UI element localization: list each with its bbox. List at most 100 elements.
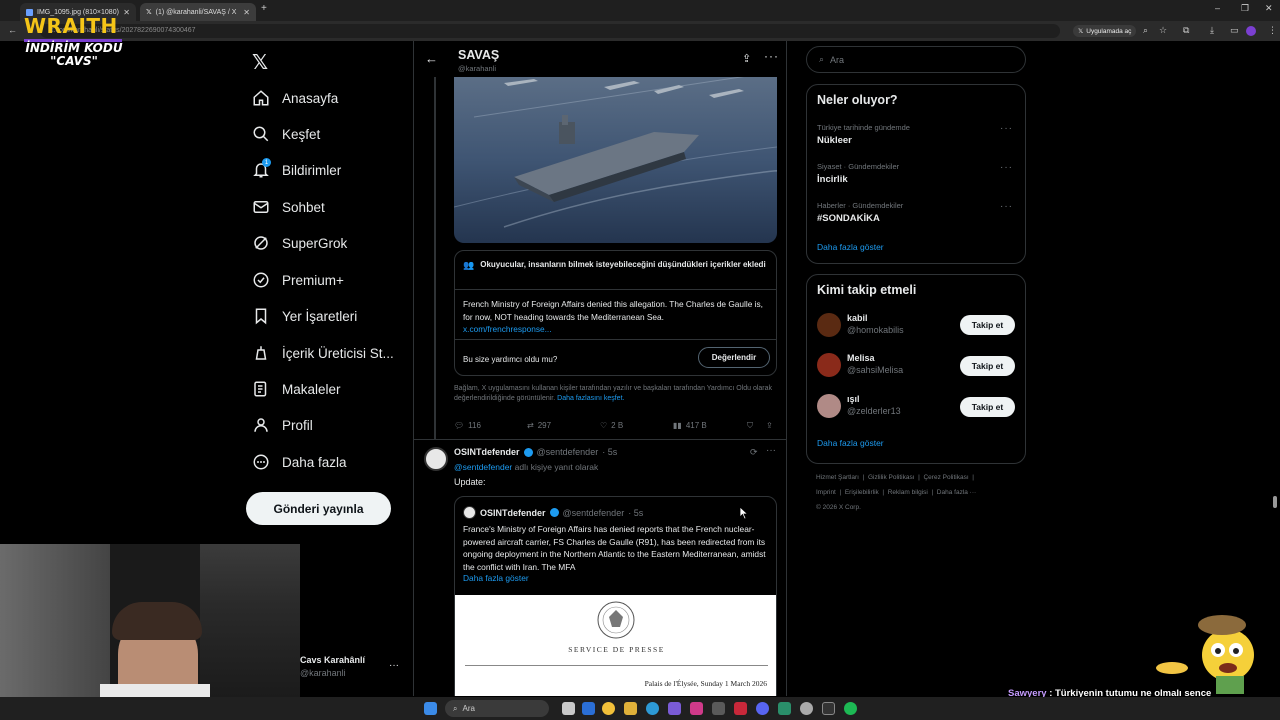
nav-item-profile[interactable]: Profil bbox=[252, 412, 313, 438]
share-icon[interactable]: ⇪ bbox=[742, 52, 751, 65]
nav-item-bookmarks[interactable]: Yer İşaretleri bbox=[252, 303, 357, 329]
app-icon[interactable] bbox=[668, 702, 681, 715]
page-scrollbar[interactable] bbox=[1273, 496, 1277, 508]
follow-button[interactable]: Takip et bbox=[960, 397, 1015, 417]
search-input[interactable]: ⌕ Ara bbox=[806, 46, 1026, 73]
star-icon[interactable]: ☆ bbox=[1159, 25, 1167, 36]
trend-item[interactable]: Siyaset · Gündemdekiler İncirlik bbox=[817, 162, 899, 185]
suggested-user[interactable]: ışıl @zelderler13 bbox=[847, 394, 901, 416]
open-in-app-button[interactable]: 𝕏 Uygulamada aç bbox=[1073, 25, 1137, 37]
back-arrow-icon[interactable]: ← bbox=[8, 25, 17, 35]
repost-action[interactable]: ⇄ 297 bbox=[527, 421, 551, 430]
extensions-icon[interactable]: ⧉ bbox=[1183, 25, 1189, 36]
share-icon[interactable]: ⇪ bbox=[766, 421, 773, 430]
app-icon[interactable] bbox=[734, 702, 747, 715]
windows-start-icon[interactable] bbox=[424, 702, 437, 715]
show-more-link[interactable]: Daha fazla göster bbox=[463, 573, 529, 583]
more-dots-icon[interactable]: ··· bbox=[764, 49, 779, 63]
post-image-aircraft-carrier[interactable] bbox=[454, 77, 777, 243]
back-arrow-icon[interactable]: ← bbox=[425, 51, 438, 66]
nav-item-chat[interactable]: Sohbet bbox=[252, 194, 325, 220]
rate-button[interactable]: Değerlendir bbox=[698, 347, 770, 368]
follow-button[interactable]: Takip et bbox=[960, 315, 1015, 335]
bookmark-icon[interactable]: ⛉ bbox=[747, 421, 753, 431]
profile-avatar-icon[interactable] bbox=[1246, 26, 1256, 36]
grok-icon[interactable]: ⟳ bbox=[750, 447, 758, 458]
url-field[interactable]: x.com/karahanli/status/20278226900743004… bbox=[40, 24, 1060, 38]
quote-author-handle: @sentdefender bbox=[562, 507, 625, 518]
post-button[interactable]: Gönderi yayınla bbox=[246, 492, 391, 525]
close-tab-icon[interactable]: ✕ bbox=[123, 8, 130, 17]
who-show-more[interactable]: Daha fazla göster bbox=[817, 438, 884, 448]
new-tab-icon[interactable]: + bbox=[261, 3, 267, 14]
maximize-icon[interactable]: ❐ bbox=[1241, 3, 1249, 14]
note-link[interactable]: x.com/frenchresponse... bbox=[463, 324, 552, 334]
views-action[interactable]: ▮▮ 417 B bbox=[673, 421, 707, 430]
nav-item-more[interactable]: Daha fazla bbox=[252, 449, 347, 475]
footer-link[interactable]: Gizlilik Politikası bbox=[868, 474, 915, 481]
trend-item[interactable]: Haberler · Gündemdekiler #SONDAKİKA bbox=[817, 201, 903, 224]
suggested-user[interactable]: kabil @homokabilis bbox=[847, 313, 904, 335]
follow-button[interactable]: Takip et bbox=[960, 356, 1015, 376]
footer-link[interactable]: Imprint bbox=[816, 489, 836, 496]
learn-more-link[interactable]: Daha fazlasını keşfet. bbox=[557, 395, 624, 402]
more-dots-icon[interactable]: ··· bbox=[389, 660, 399, 671]
app-icon[interactable] bbox=[690, 702, 703, 715]
nav-item-articles[interactable]: Makaleler bbox=[252, 376, 341, 402]
zoom-icon[interactable]: ⌕ bbox=[1143, 25, 1148, 36]
grok-icon bbox=[254, 236, 268, 250]
press-document-image[interactable]: SERVICE DE PRESSE Palais de l'Élysée, Su… bbox=[455, 595, 776, 696]
minimize-icon[interactable]: – bbox=[1215, 3, 1220, 13]
nav-item-notifications[interactable]: 1 Bildirimler bbox=[252, 157, 341, 183]
more-dots-icon[interactable]: ··· bbox=[1000, 162, 1013, 173]
reply-author-name[interactable]: OSINTdefender bbox=[454, 447, 520, 457]
app-icon[interactable] bbox=[822, 702, 835, 715]
task-view-icon[interactable] bbox=[562, 702, 575, 715]
tab-x-post[interactable]: 𝕏 (1) @karahanli/SAVAŞ / X ✕ bbox=[140, 3, 256, 21]
trends-show-more[interactable]: Daha fazla göster bbox=[817, 242, 884, 252]
chrome-icon[interactable] bbox=[602, 702, 615, 715]
replying-to-handle[interactable]: @sentdefender bbox=[454, 462, 512, 472]
app-icon[interactable] bbox=[778, 702, 791, 715]
footer-link[interactable]: Erişilebilirlik bbox=[845, 489, 879, 496]
x-logo-icon[interactable]: 𝕏 bbox=[252, 50, 272, 74]
spotify-icon[interactable] bbox=[844, 702, 857, 715]
nav-item-creator-studio[interactable]: İçerik Üreticisi St... bbox=[252, 340, 394, 366]
footer-link[interactable]: Çerez Politikası bbox=[923, 474, 968, 481]
close-tab-icon[interactable]: ✕ bbox=[243, 8, 250, 17]
nav-item-explore[interactable]: Keşfet bbox=[252, 121, 320, 147]
trend-item[interactable]: Türkiye tarihinde gündemde Nükleer bbox=[817, 123, 910, 146]
obs-icon[interactable] bbox=[800, 702, 813, 715]
taskbar-search[interactable]: ⌕ Ara bbox=[445, 700, 549, 717]
sidepanel-icon[interactable]: ▭ bbox=[1230, 25, 1239, 36]
user-handle: @zelderler13 bbox=[847, 406, 901, 416]
nav-item-premium[interactable]: Premium+ bbox=[252, 267, 344, 293]
nav-item-home[interactable]: Anasayfa bbox=[252, 85, 338, 111]
articles-icon bbox=[254, 381, 267, 397]
download-icon[interactable]: ⤓ bbox=[1210, 25, 1214, 36]
quoted-post[interactable]: OSINTdefender @sentdefender · 5s France'… bbox=[454, 496, 777, 696]
avatar[interactable] bbox=[817, 353, 841, 377]
footer-link[interactable]: Reklam bilgisi bbox=[888, 489, 928, 496]
more-dots-icon[interactable]: ··· bbox=[1000, 201, 1013, 212]
nav-item-supergrok[interactable]: SuperGrok bbox=[252, 230, 347, 256]
close-window-icon[interactable]: ✕ bbox=[1265, 3, 1273, 14]
suggested-user[interactable]: Melisa @sahsiMelisa bbox=[847, 353, 903, 375]
footer-link[interactable]: Daha fazla ··· bbox=[937, 489, 976, 496]
avatar[interactable] bbox=[817, 313, 841, 337]
avatar[interactable] bbox=[817, 394, 841, 418]
nav-label: Profil bbox=[282, 417, 313, 433]
avatar[interactable] bbox=[424, 447, 448, 471]
more-dots-icon[interactable]: ··· bbox=[1000, 123, 1013, 134]
app-icon[interactable] bbox=[582, 702, 595, 715]
menu-kebab-icon[interactable]: ⋮ bbox=[1268, 25, 1277, 36]
app-icon[interactable] bbox=[712, 702, 725, 715]
like-action[interactable]: ♡ 2 B bbox=[600, 421, 623, 430]
file-explorer-icon[interactable] bbox=[624, 702, 637, 715]
more-dots-icon[interactable]: ··· bbox=[766, 445, 776, 456]
footer-link[interactable]: Hizmet Şartları bbox=[816, 474, 859, 481]
reply-action[interactable]: 💬︎ 116 bbox=[454, 421, 481, 430]
account-switcher[interactable]: Cavs Karahânlí @karahanli ··· bbox=[300, 655, 410, 687]
discord-icon[interactable] bbox=[756, 702, 769, 715]
edge-icon[interactable] bbox=[646, 702, 659, 715]
